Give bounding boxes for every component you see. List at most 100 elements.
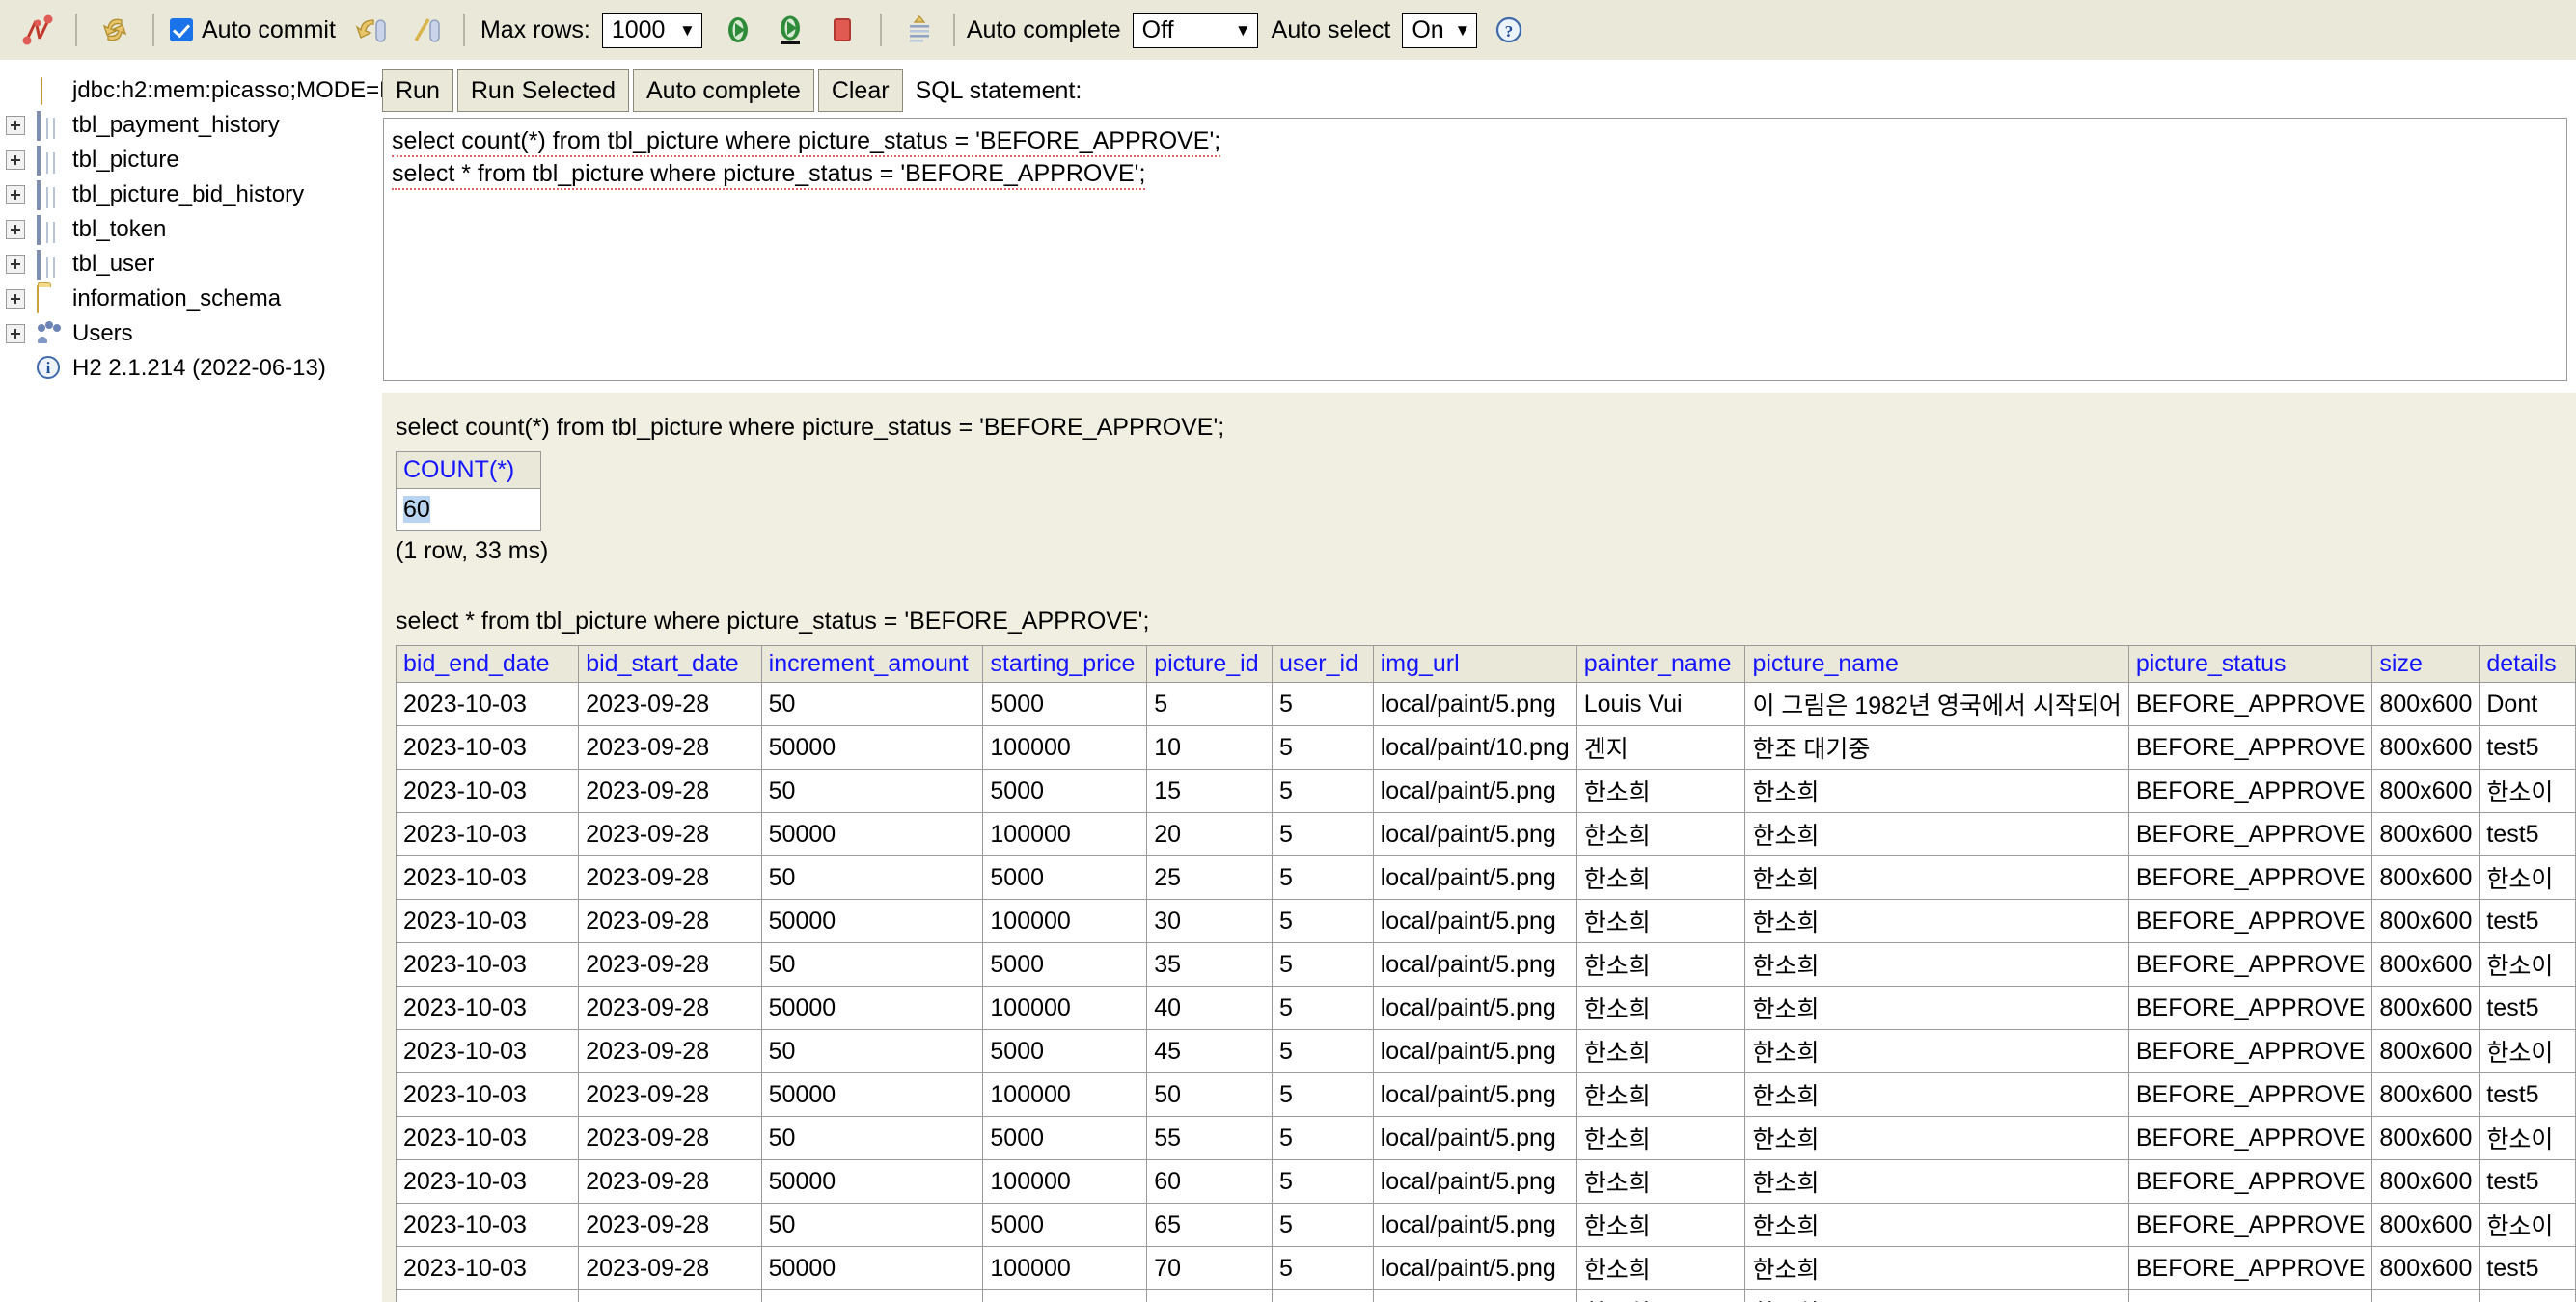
cell-bid-start-date[interactable]: 2023-09-28 — [579, 726, 761, 770]
database-tree-sidebar[interactable]: jdbc:h2:mem:picasso;MODE=MY tbl_payment_… — [0, 60, 382, 1302]
cell-picture-id[interactable]: 30 — [1147, 900, 1273, 943]
cell-bid-start-date[interactable]: 2023-09-28 — [579, 683, 761, 726]
cell-picture-id[interactable]: 20 — [1147, 813, 1273, 856]
tree-expander-icon[interactable] — [6, 116, 25, 135]
cell-painter-name[interactable]: 한소희 — [1576, 770, 1745, 813]
cell-painter-name[interactable]: 한소희 — [1576, 943, 1745, 987]
cell-painter-name[interactable]: 한소희 — [1576, 900, 1745, 943]
cell-user-id[interactable]: 5 — [1272, 1073, 1373, 1117]
cell-starting-price[interactable]: 5000 — [983, 856, 1147, 900]
cell-details[interactable]: test5 — [2480, 1160, 2576, 1204]
cell-size[interactable]: 800x600 — [2372, 1030, 2480, 1073]
run-selected-button[interactable]: Run Selected — [457, 69, 629, 112]
sidebar-item-information-schema[interactable]: information_schema — [0, 282, 382, 316]
cell-user-id[interactable]: 5 — [1272, 900, 1373, 943]
cell-user-id[interactable]: 5 — [1272, 1247, 1373, 1290]
table-row[interactable]: 2023-10-032023-09-2850000100000205local/… — [397, 813, 2576, 856]
cell-painter-name[interactable]: Louis Vui — [1576, 683, 1745, 726]
cell-picture-status[interactable]: BEFORE_APPROVE — [2128, 856, 2372, 900]
cell-picture-name[interactable]: 한조 대기중 — [1745, 726, 2128, 770]
commit-icon[interactable] — [349, 8, 394, 52]
cell-bid-start-date[interactable]: 2023-09-28 — [579, 1290, 761, 1302]
cell-painter-name[interactable]: 한소희 — [1576, 1247, 1745, 1290]
cell-bid-start-date[interactable]: 2023-09-28 — [579, 1073, 761, 1117]
cell-increment-amount[interactable]: 50000 — [761, 987, 983, 1030]
cell-picture-name[interactable]: 한소희 — [1745, 1204, 2128, 1247]
column-header-count[interactable]: COUNT(*) — [397, 452, 541, 489]
cell-size[interactable]: 800x600 — [2372, 1160, 2480, 1204]
cell-picture-status[interactable]: BEFORE_APPROVE — [2128, 1160, 2372, 1204]
run-selected-icon[interactable] — [768, 8, 812, 52]
cell-increment-amount[interactable]: 50 — [761, 1030, 983, 1073]
cell-painter-name[interactable]: 한소희 — [1576, 1030, 1745, 1073]
cell-img-url[interactable]: local/paint/5.png — [1373, 856, 1576, 900]
cell-bid-end-date[interactable]: 2023-10-03 — [397, 726, 579, 770]
tree-expander-icon[interactable] — [6, 185, 25, 204]
cell-bid-start-date[interactable]: 2023-09-28 — [579, 1030, 761, 1073]
cell-bid-end-date[interactable]: 2023-10-03 — [397, 770, 579, 813]
cell-picture-name[interactable]: 이 그림은 1982년 영국에서 시작되어 — [1745, 683, 2128, 726]
column-header-picture-id[interactable]: picture_id — [1147, 646, 1273, 683]
cell-img-url[interactable]: local/paint/5.png — [1373, 770, 1576, 813]
cell-starting-price[interactable]: 100000 — [983, 1247, 1147, 1290]
cell-increment-amount[interactable]: 50 — [761, 770, 983, 813]
cell-bid-end-date[interactable]: 2023-10-03 — [397, 1030, 579, 1073]
cell-details[interactable]: Dont — [2480, 683, 2576, 726]
cell-details[interactable]: test5 — [2480, 987, 2576, 1030]
cell-painter-name[interactable]: 겐지 — [1576, 726, 1745, 770]
cell-bid-start-date[interactable]: 2023-09-28 — [579, 813, 761, 856]
cell-bid-end-date[interactable]: 2023-10-03 — [397, 943, 579, 987]
cell-painter-name[interactable]: 한소희 — [1576, 1117, 1745, 1160]
cell-details[interactable]: 한소이 — [2480, 1030, 2576, 1073]
cell-increment-amount[interactable]: 50 — [761, 943, 983, 987]
cell-user-id[interactable]: 5 — [1272, 813, 1373, 856]
sidebar-item-tbl-picture-bid-history[interactable]: tbl_picture_bid_history — [0, 177, 382, 212]
cell-details[interactable]: 한소이 — [2480, 770, 2576, 813]
table-row[interactable]: 2023-10-032023-09-2850500055local/paint/… — [397, 683, 2576, 726]
cell-starting-price[interactable]: 100000 — [983, 813, 1147, 856]
cell-size[interactable]: 800x600 — [2372, 770, 2480, 813]
cell-img-url[interactable]: local/paint/5.png — [1373, 1290, 1576, 1302]
cell-painter-name[interactable]: 한소희 — [1576, 987, 1745, 1030]
cell-picture-status[interactable]: BEFORE_APPROVE — [2128, 726, 2372, 770]
cell-picture-id[interactable]: 40 — [1147, 987, 1273, 1030]
table-row[interactable]: 2023-10-032023-09-2850000100000505local/… — [397, 1073, 2576, 1117]
cell-picture-status[interactable]: BEFORE_APPROVE — [2128, 1073, 2372, 1117]
cell-increment-amount[interactable]: 50 — [761, 856, 983, 900]
cell-picture-status[interactable]: BEFORE_APPROVE — [2128, 1117, 2372, 1160]
cell-starting-price[interactable]: 100000 — [983, 987, 1147, 1030]
cell-bid-start-date[interactable]: 2023-09-28 — [579, 1247, 761, 1290]
cell-bid-end-date[interactable]: 2023-10-03 — [397, 683, 579, 726]
count-value-cell[interactable]: 60 — [397, 489, 541, 531]
table-row[interactable]: 2023-10-032023-09-28505000255local/paint… — [397, 856, 2576, 900]
cell-bid-end-date[interactable]: 2023-10-03 — [397, 1204, 579, 1247]
cell-user-id[interactable]: 5 — [1272, 987, 1373, 1030]
cell-user-id[interactable]: 5 — [1272, 1117, 1373, 1160]
cell-details[interactable]: test5 — [2480, 813, 2576, 856]
cell-size[interactable]: 800x600 — [2372, 1204, 2480, 1247]
cell-increment-amount[interactable]: 50000 — [761, 1247, 983, 1290]
cell-picture-name[interactable]: 한소희 — [1745, 1117, 2128, 1160]
cell-bid-start-date[interactable]: 2023-09-28 — [579, 1204, 761, 1247]
table-row[interactable]: 2023-10-032023-09-28505000555local/paint… — [397, 1117, 2576, 1160]
cell-picture-status[interactable]: BEFORE_APPROVE — [2128, 683, 2372, 726]
cell-bid-start-date[interactable]: 2023-09-28 — [579, 1160, 761, 1204]
cell-bid-start-date[interactable]: 2023-09-28 — [579, 770, 761, 813]
cell-size[interactable]: 800x600 — [2372, 900, 2480, 943]
cell-increment-amount[interactable]: 50000 — [761, 900, 983, 943]
cell-details[interactable]: test5 — [2480, 1247, 2576, 1290]
cell-increment-amount[interactable]: 50 — [761, 1117, 983, 1160]
cell-increment-amount[interactable]: 50000 — [761, 1160, 983, 1204]
cell-user-id[interactable]: 5 — [1272, 683, 1373, 726]
cell-user-id[interactable]: 5 — [1272, 1030, 1373, 1073]
cell-increment-amount[interactable]: 50 — [761, 1204, 983, 1247]
auto-select-select[interactable]: On ▼ — [1402, 13, 1477, 48]
tree-expander-icon[interactable] — [6, 289, 25, 309]
cell-size[interactable]: 800x600 — [2372, 1117, 2480, 1160]
cell-picture-status[interactable]: BEFORE_APPROVE — [2128, 900, 2372, 943]
cell-bid-end-date[interactable]: 2023-10-03 — [397, 1160, 579, 1204]
column-header-picture-name[interactable]: picture_name — [1745, 646, 2128, 683]
cell-img-url[interactable]: local/paint/5.png — [1373, 1160, 1576, 1204]
cell-increment-amount[interactable]: 50000 — [761, 726, 983, 770]
cell-picture-name[interactable]: 한소희 — [1745, 1073, 2128, 1117]
